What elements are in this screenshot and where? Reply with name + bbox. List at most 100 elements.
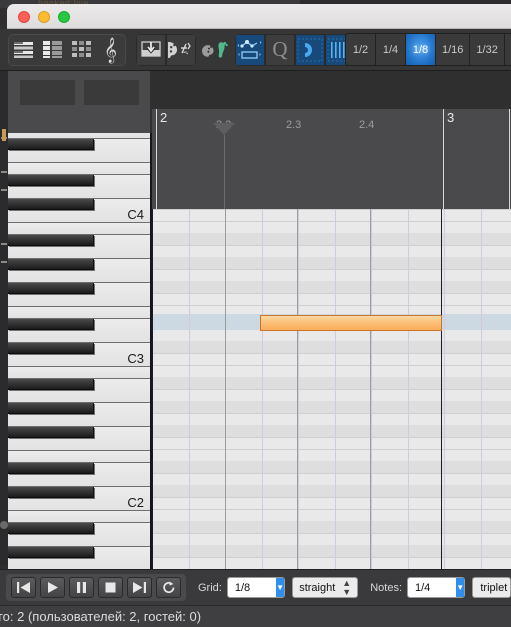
note-1[interactable] [260,315,442,331]
piano-key-black-10-1[interactable] [8,523,94,534]
piano-key-black-1-2[interactable] [8,487,94,498]
piano-key-black-6-2[interactable] [8,427,94,438]
ruler-beat-number: 2.3 [286,119,302,131]
note-grid[interactable] [152,209,511,621]
grid-row-shade [152,485,511,497]
list-view-icon[interactable] [38,35,67,65]
minimize-button-icon[interactable] [38,11,50,23]
piano-key-B1[interactable] [8,511,150,523]
division-option-0[interactable]: 1/2 [346,34,376,65]
grid-row-shade [152,281,511,293]
grid-subdivision-line [481,209,482,621]
palette-foot-tool-icon[interactable] [202,35,231,65]
piano-key-E2[interactable] [8,451,150,463]
updown-icon[interactable]: ▲ ▼ [342,578,351,597]
grid-horizontal-line [152,437,511,438]
import-tool-icon[interactable] [136,33,166,66]
grid-horizontal-line [152,293,511,294]
grid-beat-line [225,209,226,621]
grid-beat-line [370,209,371,621]
piano-key-black-8-2[interactable] [8,403,94,414]
grid-bar-line [152,209,153,621]
zoom-button-icon[interactable] [58,11,70,23]
grid-label: Grid: [198,581,222,594]
score-view-icon[interactable]: 𝄞 [96,35,125,65]
timeline-ruler[interactable]: 22.22.32.433 [152,109,511,510]
piano-key-black-1-3[interactable] [8,343,94,354]
grid-row-shade [152,461,511,473]
piano-roll-view-icon[interactable] [9,35,38,65]
division-option-2[interactable]: 1/8 [406,34,436,65]
grid-subdivision-line [444,209,445,621]
piano-key-label-C4: C4 [127,207,144,222]
grid-horizontal-line [152,509,511,510]
piano-key-black-8-3[interactable] [8,259,94,270]
node-edit-tool-icon[interactable] [235,33,265,66]
chevron-down-icon[interactable]: ▼ [275,578,285,597]
grid-select[interactable]: 1/8 ▼ [226,577,286,598]
ruler-bar-tick [156,109,157,209]
rewind-button[interactable] [11,577,36,598]
grid-horizontal-line [152,389,511,390]
piano-key-black-3-4[interactable] [8,175,94,186]
editor-left-edge [0,71,8,565]
left-edge-marker [2,129,6,141]
grid-row-shade [152,401,511,413]
piano-key-black-10-2[interactable] [8,379,94,390]
grid-bar-line [441,209,442,621]
left-edge-knob[interactable] [0,521,8,529]
grid-division-selector[interactable]: 1/2 1/4 1/8 1/16 1/32 1/ [345,33,511,66]
forward-button[interactable] [127,577,152,598]
piano-key-E4[interactable] [8,163,150,175]
ruler-bar-number: 2 [160,110,168,125]
piano-key-black-1-4[interactable] [8,199,94,210]
playhead-marker[interactable] [213,123,235,135]
ruler-bar-tick [509,109,510,209]
close-button-icon[interactable] [18,11,30,23]
grid-horizontal-line [152,365,511,366]
magnet-snap-tool-icon[interactable] [295,33,325,66]
quantize-tool-icon[interactable]: Q [265,33,295,66]
piano-key-black-10-3[interactable] [8,235,94,246]
division-option-4[interactable]: 1/32 [470,34,505,65]
header-slot-2[interactable] [84,80,139,105]
piano-key-black-6-3[interactable] [8,283,94,294]
grid-subdivision-line [189,209,190,621]
grid-horizontal-line [152,449,511,450]
color-palette-tool-icon[interactable]: ♪ [166,33,196,66]
piano-key-black-6-4[interactable] [8,139,94,150]
piano-key-B2[interactable] [8,367,150,379]
division-option-5[interactable]: 1/ [504,34,511,65]
chevron-down-icon-2[interactable]: ▼ [456,578,465,597]
division-option-3[interactable]: 1/16 [436,34,471,65]
loop-button[interactable] [156,577,181,598]
piano-keyboard[interactable]: C4 C3 C2 [8,133,150,621]
grid-horizontal-line [152,497,511,498]
piano-key-black-3-3[interactable] [8,319,94,330]
velocity-tool-group [202,34,231,66]
division-option-1[interactable]: 1/4 [376,34,406,65]
notes-select[interactable]: 1/4 ▼ [407,577,466,598]
piano-key-black-3-2[interactable] [8,463,94,474]
triplet-field[interactable]: triplet [472,577,511,598]
piano-key-label-C2: C2 [127,495,144,510]
grid-beat-line [297,209,298,621]
header-slot-1[interactable] [20,80,75,105]
play-button[interactable] [40,577,65,598]
status-bar: его: 2 (пользователей: 2, гостей: 0) [0,605,511,627]
piano-key-E3[interactable] [8,307,150,319]
piano-key-B3[interactable] [8,223,150,235]
piano-key-black-8-1[interactable] [8,547,94,558]
stop-button[interactable] [98,577,123,598]
grid-subdivision-line [371,209,372,621]
grid-view-icon[interactable] [67,35,96,65]
piano-key-label-C3: C3 [127,351,144,366]
swing-stepper[interactable]: straight ▲ ▼ [292,577,359,598]
notes-label: Notes: [370,581,402,594]
grid-horizontal-line [152,533,511,534]
grid-horizontal-line [152,413,511,414]
notes-select-value: 1/4 [408,578,456,597]
grid-horizontal-line [152,557,511,558]
grid-horizontal-line [152,245,511,246]
pause-button[interactable] [69,577,94,598]
